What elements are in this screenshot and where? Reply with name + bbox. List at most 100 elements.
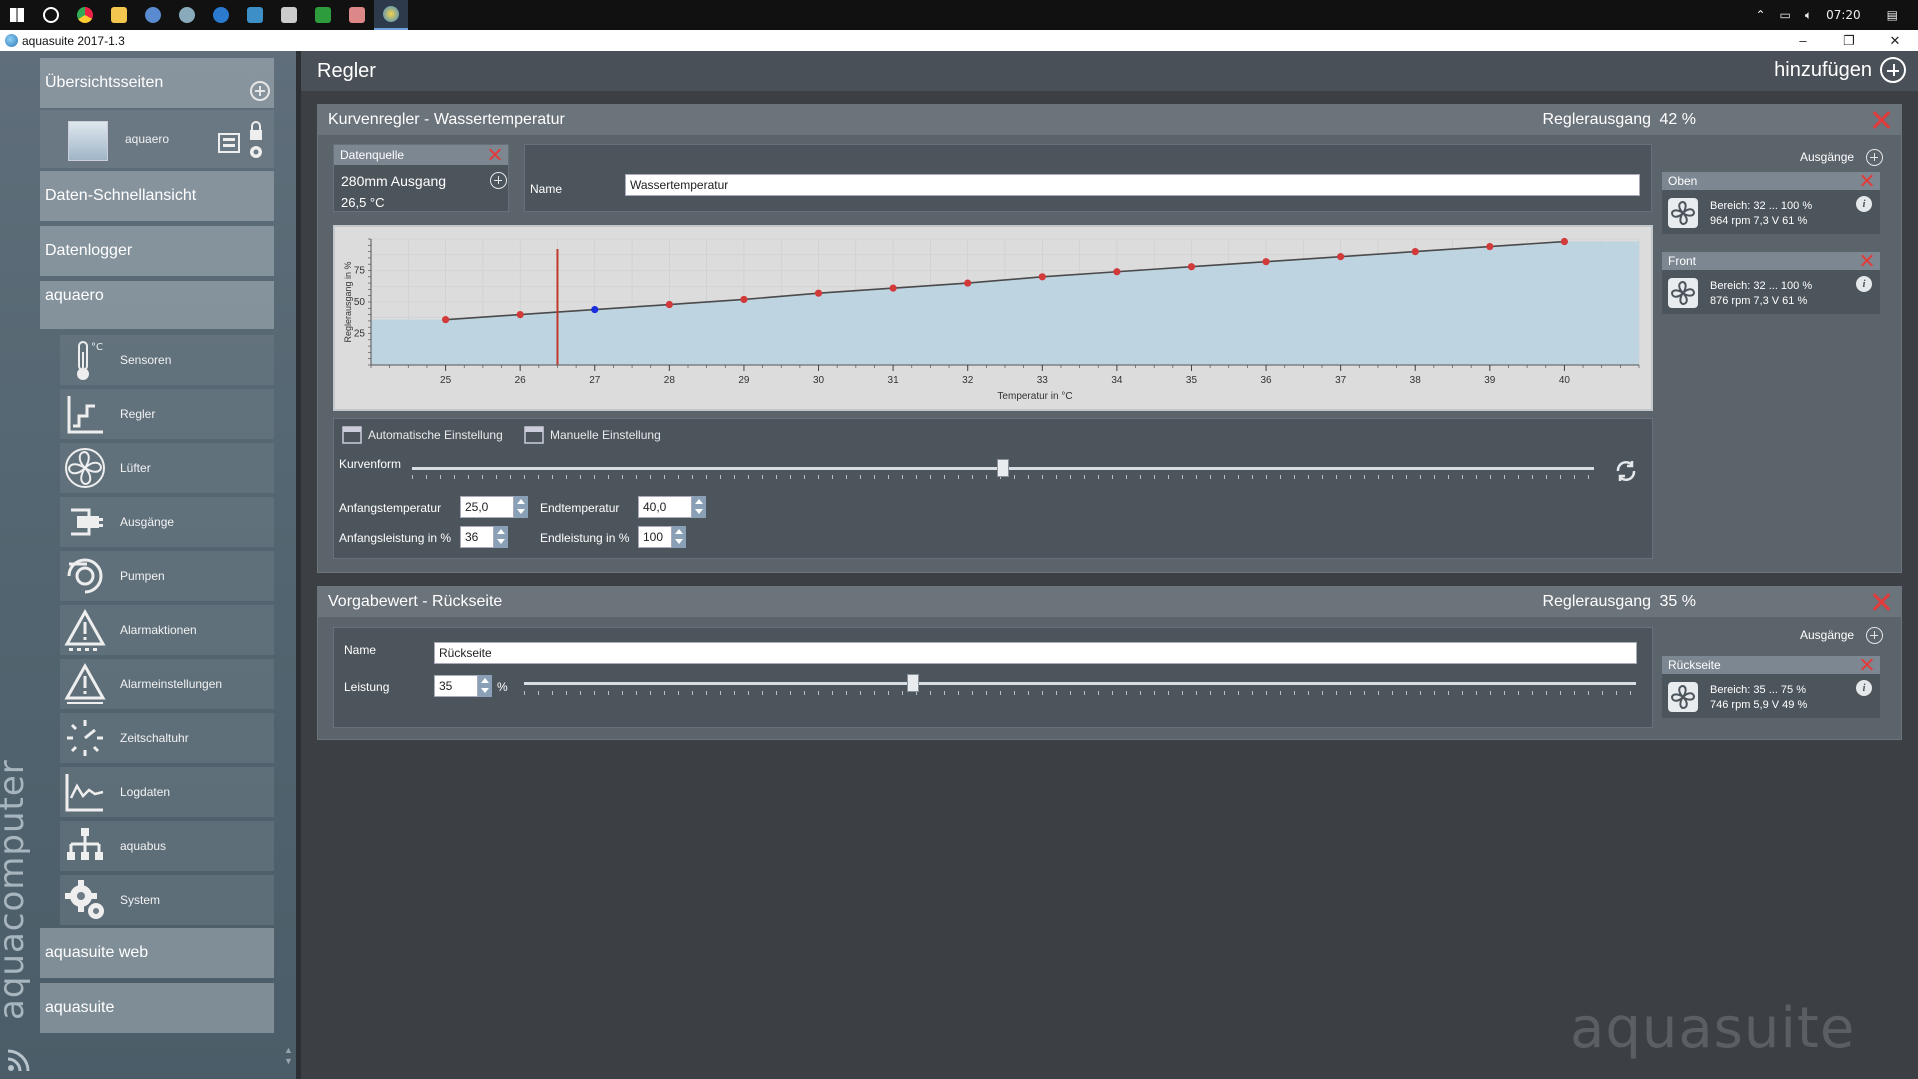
end-temp-spinner[interactable]: [692, 496, 706, 518]
steam-icon[interactable]: [204, 0, 238, 30]
sidebar-item-zeitschaltuhr[interactable]: Zeitschaltuhr: [60, 713, 274, 763]
datasource-header: Datenquelle: [334, 145, 508, 165]
manual-setting-button[interactable]: Manuelle Einstellung: [524, 426, 661, 444]
sidebar-item-label: Logdaten: [120, 785, 171, 799]
auto-setting-label: Automatische Einstellung: [368, 428, 503, 442]
output-range: Bereich: 32 ... 100 %: [1710, 200, 1813, 212]
app-icon[interactable]: [306, 0, 340, 30]
sidebar-divider[interactable]: [296, 51, 301, 1079]
info-icon[interactable]: i: [1856, 276, 1872, 292]
app-icon[interactable]: [238, 0, 272, 30]
aquasuite-taskbar-icon[interactable]: [374, 0, 408, 30]
add-controller-button[interactable]: hinzufügen: [1774, 57, 1906, 83]
nav-datalogger[interactable]: Datenlogger: [40, 226, 274, 276]
name-input[interactable]: Wassertemperatur: [625, 174, 1640, 196]
add-datasource-icon[interactable]: [490, 172, 507, 189]
curve-controller-panel: Kurvenregler - Wassertemperatur Reglerau…: [317, 104, 1902, 573]
output-card-oben[interactable]: Oben Bereich: 32 ... 100 % 964 rpm 7,3 V…: [1662, 172, 1880, 234]
datasource-label: Datenquelle: [340, 148, 405, 162]
power-input[interactable]: 35: [434, 675, 478, 697]
output-range: Bereich: 32 ... 100 %: [1710, 280, 1813, 292]
power-spinner[interactable]: [478, 675, 492, 697]
app-logo-icon: [5, 34, 18, 47]
search-icon[interactable]: [34, 0, 68, 30]
sidebar-item-ausgaenge[interactable]: Ausgänge: [60, 497, 274, 547]
sidebar-item-pumpen[interactable]: Pumpen: [60, 551, 274, 601]
output-name: Oben: [1668, 174, 1698, 188]
sidebar-item-system[interactable]: System: [60, 875, 274, 925]
start-power-spinner[interactable]: [494, 526, 508, 548]
notification-icon[interactable]: ▤: [1887, 8, 1898, 22]
volume-icon[interactable]: 🔈︎: [1805, 8, 1812, 23]
app-icon[interactable]: [136, 0, 170, 30]
alarm-icon: [64, 608, 106, 651]
setpoint-name-label: Name: [344, 643, 377, 657]
rss-icon[interactable]: [6, 1047, 32, 1073]
setpoint-settings-box: Name Rückseite Leistung 35 %: [333, 627, 1653, 728]
start-temp-input[interactable]: 25,0: [460, 496, 514, 518]
power-slider-track[interactable]: [524, 682, 1636, 685]
chrome-icon[interactable]: [68, 0, 102, 30]
start-temp-spinner[interactable]: [514, 496, 528, 518]
sidebar-item-alarmaktionen[interactable]: Alarmaktionen: [60, 605, 274, 655]
refresh-icon[interactable]: [1614, 459, 1638, 483]
delete-controller-icon[interactable]: [1871, 110, 1891, 130]
curve-chart-svg[interactable]: 25 26 27 28 29 30 31 32 33 34 35 36 37 38 39 40 25 50 75 Te…: [335, 227, 1651, 409]
folder-icon[interactable]: [102, 0, 136, 30]
close-button[interactable]: ✕: [1872, 30, 1918, 51]
curve-form-slider-thumb[interactable]: [997, 459, 1009, 477]
power-slider-thumb[interactable]: [907, 674, 920, 692]
nav-data-quickview[interactable]: Daten-Schnellansicht: [40, 171, 274, 221]
start-icon[interactable]: [0, 0, 34, 30]
delete-setpoint-icon[interactable]: [1871, 592, 1891, 612]
clock[interactable]: 07:20: [1826, 8, 1861, 22]
overview-item-aquaero[interactable]: aquaero: [40, 110, 274, 168]
curve-point: [591, 305, 599, 314]
remove-datasource-icon[interactable]: [489, 148, 502, 161]
sidebar-item-regler[interactable]: Regler: [60, 389, 274, 439]
auto-setting-button[interactable]: Automatische Einstellung: [342, 426, 503, 444]
sidebar-item-aquabus[interactable]: aquabus: [60, 821, 274, 871]
sidebar-item-label: aquabus: [120, 839, 167, 853]
remove-output-icon[interactable]: [1861, 254, 1874, 267]
output-card-front[interactable]: Front Bereich: 32 ... 100 % 876 rpm 7,3 …: [1662, 252, 1880, 314]
start-power-input[interactable]: 36: [460, 526, 494, 548]
remove-output-icon[interactable]: [1861, 658, 1874, 671]
chevron-up-icon[interactable]: ⌃: [1755, 8, 1765, 22]
x-tick-label: 28: [664, 375, 676, 386]
restore-button[interactable]: ❐: [1826, 30, 1872, 51]
sidebar-item-logdaten[interactable]: Logdaten: [60, 767, 274, 817]
app-icon[interactable]: [170, 0, 204, 30]
nav-aquasuite-web[interactable]: aquasuite web: [40, 928, 274, 978]
sidebar-item-luefter[interactable]: Lüfter: [60, 443, 274, 493]
controller-output-value: 42 %: [1659, 111, 1696, 128]
add-output-icon[interactable]: [1866, 149, 1883, 166]
output-status: 876 rpm 7,3 V 61 %: [1710, 295, 1808, 307]
info-icon[interactable]: i: [1856, 196, 1872, 212]
sidebar-item-label: Regler: [120, 407, 156, 421]
sidebar-scroll-arrows[interactable]: ▲ ▼: [284, 1045, 293, 1067]
end-power-spinner[interactable]: [672, 526, 686, 548]
network-icon[interactable]: ▭: [1780, 8, 1791, 22]
sidebar-item-alarmeinstellungen[interactable]: Alarmeinstellungen: [60, 659, 274, 709]
add-setpoint-output-icon[interactable]: [1866, 627, 1883, 644]
minimize-button[interactable]: –: [1780, 30, 1826, 51]
nav-aquasuite[interactable]: aquasuite: [40, 983, 274, 1033]
app-icon[interactable]: [340, 0, 374, 30]
remove-output-icon[interactable]: [1861, 174, 1874, 187]
output-name: Front: [1668, 254, 1697, 268]
end-power-input[interactable]: 100: [638, 526, 672, 548]
info-icon[interactable]: i: [1856, 680, 1872, 696]
curve-chart[interactable]: 25 26 27 28 29 30 31 32 33 34 35 36 37 38 39 40 25 50 75 Te…: [333, 225, 1653, 411]
app-icon[interactable]: [272, 0, 306, 30]
overview-tools-icon[interactable]: [215, 120, 267, 162]
setpoint-name-input[interactable]: Rückseite: [434, 642, 1637, 664]
add-overview-icon[interactable]: [250, 81, 270, 101]
watermark: aquasuite: [1570, 996, 1856, 1061]
end-temp-input[interactable]: 40,0: [638, 496, 692, 518]
controller-output-label: Reglerausgang: [1542, 111, 1651, 128]
nav-aquaero[interactable]: aquaero: [40, 281, 274, 329]
nav-overview-pages[interactable]: Übersichtsseiten: [40, 58, 274, 108]
sidebar-item-sensoren[interactable]: °C Sensoren: [60, 335, 274, 385]
output-card-rueckseite[interactable]: Rückseite Bereich: 35 ... 75 % 746 rpm 5…: [1662, 656, 1880, 718]
